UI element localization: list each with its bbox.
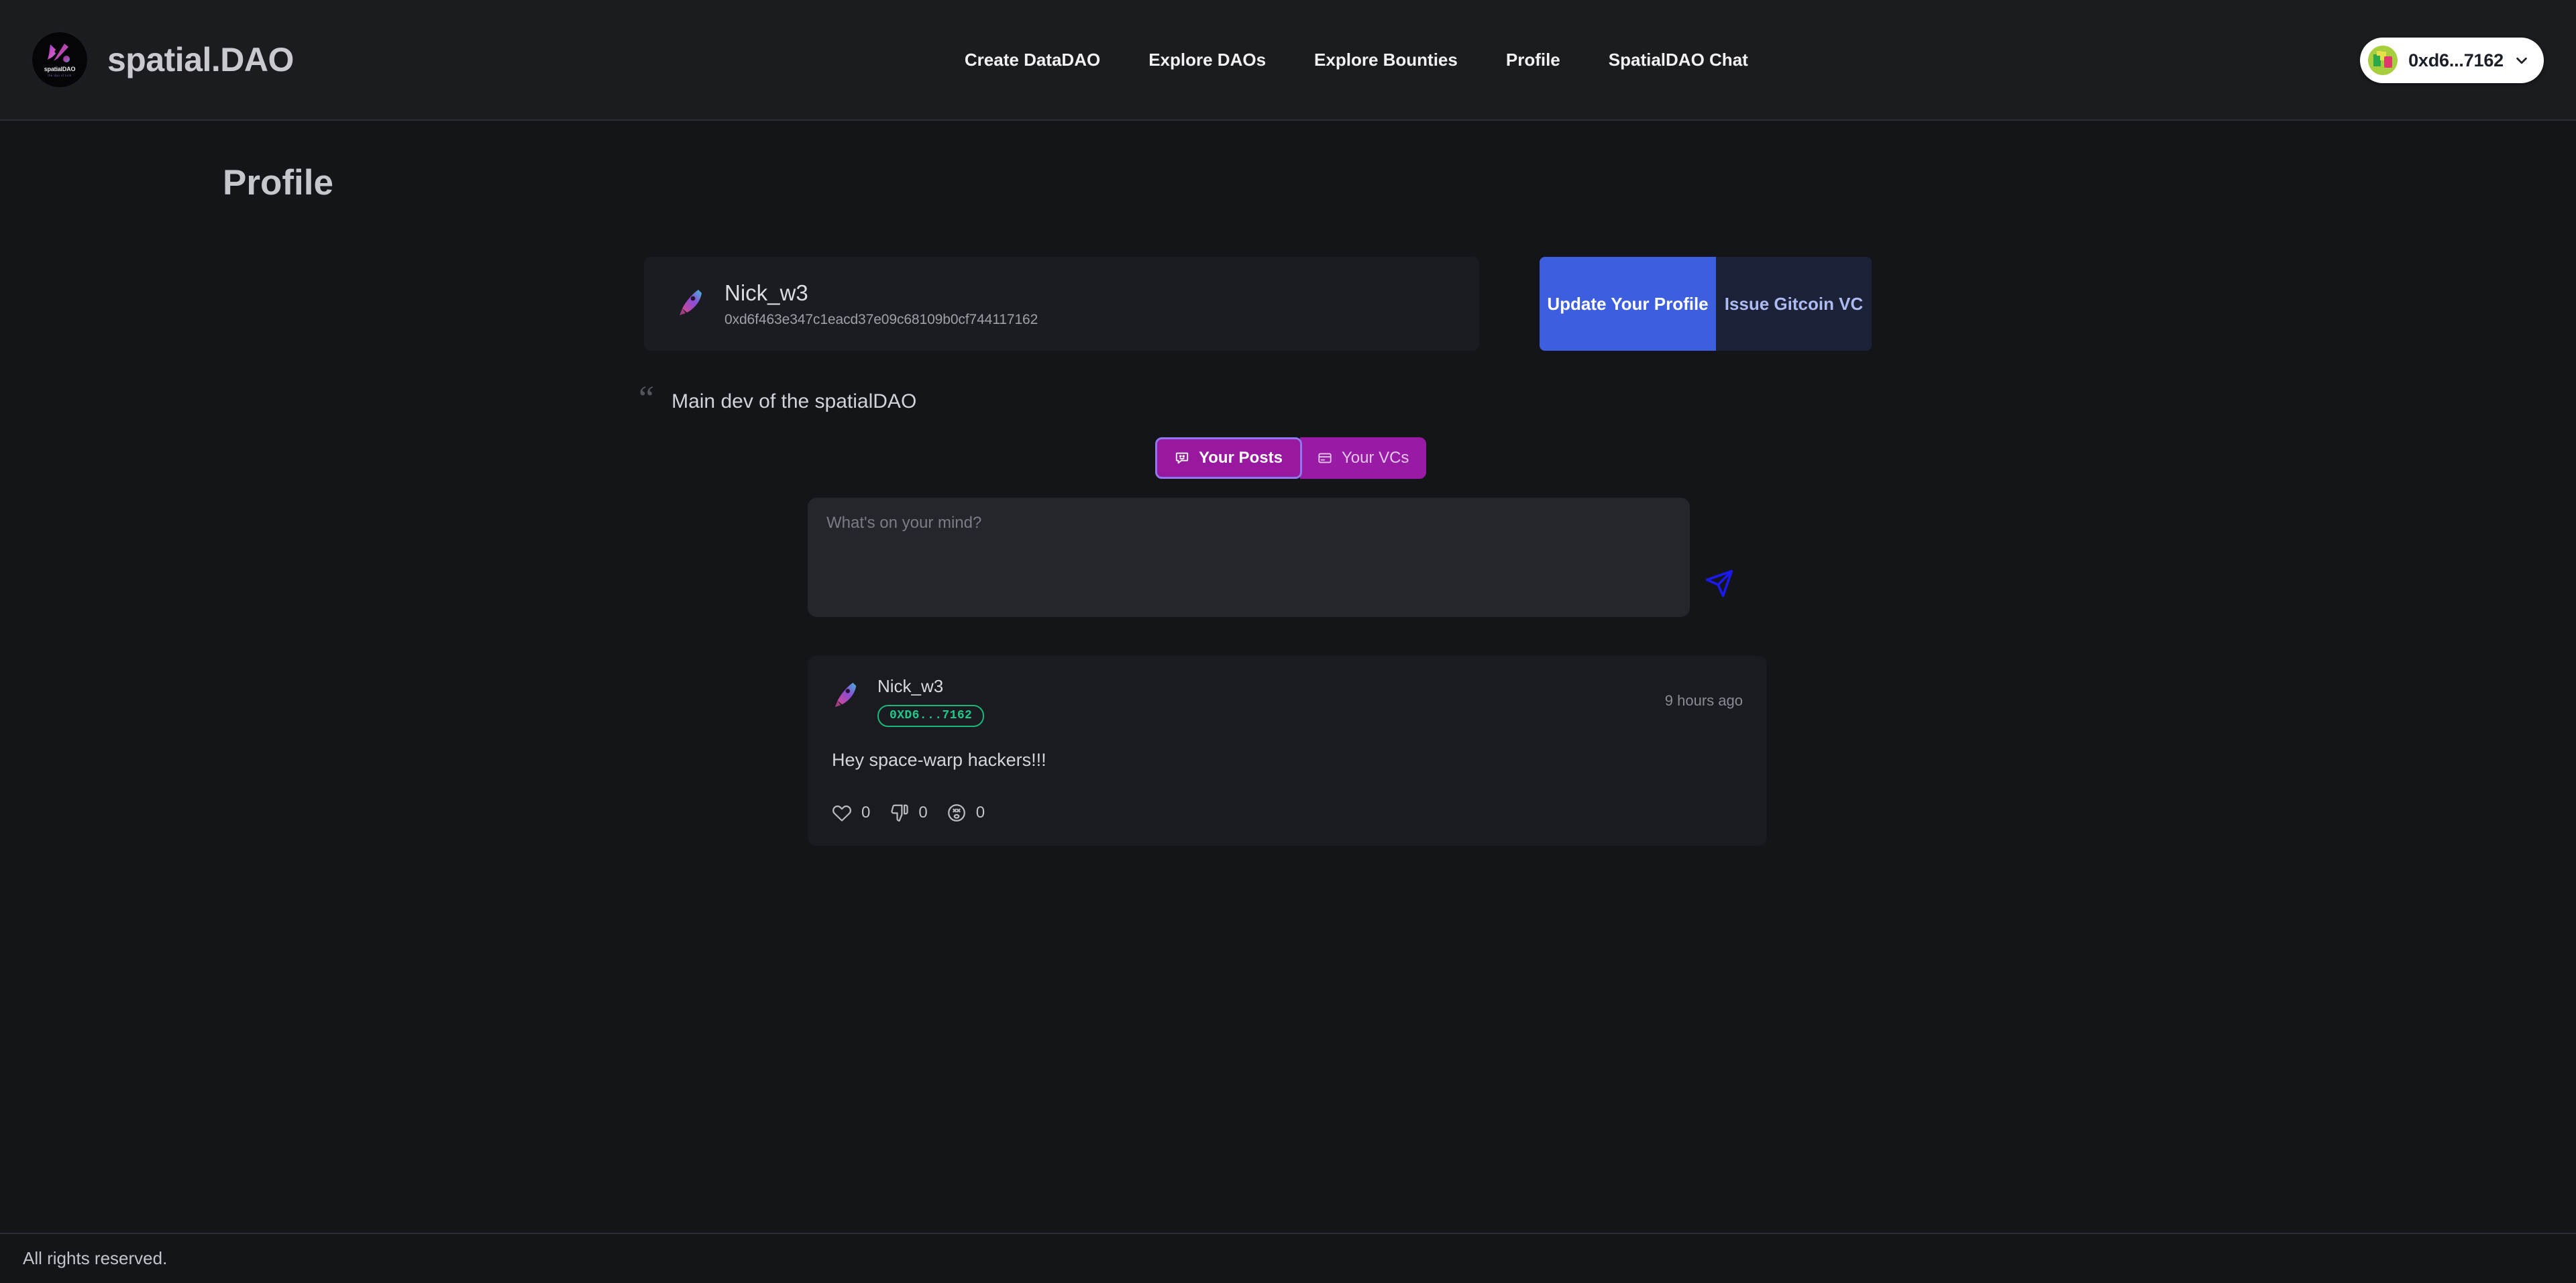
post-address-badge: 0XD6...7162 bbox=[877, 705, 985, 727]
tab-your-posts-label: Your Posts bbox=[1199, 449, 1283, 467]
update-profile-button[interactable]: Update Your Profile bbox=[1540, 257, 1716, 351]
reaction-dislike[interactable]: 0 bbox=[889, 803, 928, 823]
nav-item-profile[interactable]: Profile bbox=[1506, 50, 1560, 70]
brand-title: spatial.DAO bbox=[107, 41, 294, 78]
tab-your-vcs-label: Your VCs bbox=[1341, 449, 1409, 467]
post-header: Nick_w3 0XD6...7162 9 hours ago bbox=[832, 676, 1743, 727]
wallet-address: 0xd6...7162 bbox=[2408, 50, 2504, 70]
reaction-like[interactable]: 0 bbox=[832, 803, 870, 823]
rocket-icon bbox=[680, 290, 702, 315]
chat-smile-icon bbox=[1175, 452, 1189, 464]
wallet-button[interactable]: 0xd6...7162 bbox=[2360, 38, 2544, 83]
send-post-button[interactable] bbox=[1705, 569, 1734, 600]
profile-name: Nick_w3 bbox=[724, 280, 808, 305]
chevron-down-icon bbox=[2516, 57, 2527, 64]
reaction-like-count: 0 bbox=[861, 803, 871, 822]
profile-actions: Update Your Profile Issue Gitcoin VC bbox=[1540, 257, 1872, 351]
reaction-laugh[interactable]: 0 bbox=[947, 803, 985, 823]
card-icon bbox=[1318, 453, 1332, 463]
profile-summary: Nick_w3 0xd6f463e347c1eacd37e09c68109b0c… bbox=[644, 257, 1872, 351]
rocket-icon bbox=[835, 683, 857, 708]
main-nav: Create DataDAO Explore DAOs Explore Boun… bbox=[965, 50, 1748, 70]
reaction-dislike-count: 0 bbox=[918, 803, 928, 822]
wallet-avatar-icon bbox=[2368, 46, 2398, 75]
nav-item-create-datadao[interactable]: Create DataDAO bbox=[965, 50, 1100, 70]
nav-item-spatialdao-chat[interactable]: SpatialDAO Chat bbox=[1609, 50, 1748, 70]
tab-your-posts[interactable]: Your Posts bbox=[1155, 437, 1302, 479]
post-body: Hey space-warp hackers!!! bbox=[832, 750, 1046, 770]
page-title: Profile bbox=[223, 163, 333, 203]
heart-icon bbox=[833, 805, 851, 822]
post-author: Nick_w3 bbox=[877, 676, 944, 696]
logo-tagline: the dao of luck bbox=[48, 74, 72, 77]
profile-tabs: Your Posts Your VCs bbox=[1155, 437, 1427, 479]
post-timestamp: 9 hours ago bbox=[1664, 692, 1743, 709]
nav-item-explore-daos[interactable]: Explore DAOs bbox=[1148, 50, 1266, 70]
app-footer: All rights reserved. bbox=[0, 1233, 2576, 1283]
post-identity: Nick_w3 0XD6...7162 bbox=[877, 676, 985, 727]
post-input[interactable] bbox=[808, 498, 1690, 617]
nav-item-explore-bounties[interactable]: Explore Bounties bbox=[1314, 50, 1458, 70]
profile-bio: “ Main dev of the spatialDAO bbox=[639, 380, 917, 418]
profile-bio-text: Main dev of the spatialDAO bbox=[672, 390, 917, 412]
quote-icon: “ bbox=[639, 380, 655, 418]
profile-card: Nick_w3 0xd6f463e347c1eacd37e09c68109b0c… bbox=[644, 257, 1479, 351]
tab-your-vcs[interactable]: Your VCs bbox=[1299, 437, 1427, 479]
brand[interactable]: spatialDAO the dao of luck spatial.DAO bbox=[32, 32, 294, 87]
dizzy-face-icon bbox=[947, 804, 965, 822]
thumbs-down-icon bbox=[891, 804, 908, 822]
post-item: Nick_w3 0XD6...7162 9 hours ago Hey spac… bbox=[808, 656, 1767, 846]
logo-wordmark: spatialDAO bbox=[44, 66, 76, 72]
footer-text: All rights reserved. bbox=[23, 1248, 168, 1268]
send-plane-icon bbox=[1705, 569, 1733, 597]
spatialdao-logo-icon: spatialDAO the dao of luck bbox=[32, 32, 87, 87]
reaction-laugh-count: 0 bbox=[975, 803, 985, 822]
post-composer bbox=[808, 498, 1734, 617]
issue-gitcoin-vc-button[interactable]: Issue Gitcoin VC bbox=[1716, 257, 1872, 351]
profile-address: 0xd6f463e347c1eacd37e09c68109b0cf7441171… bbox=[724, 311, 1038, 327]
post-reactions: 0 0 0 bbox=[832, 803, 1743, 823]
app-header: spatialDAO the dao of luck spatial.DAO C… bbox=[0, 0, 2576, 121]
